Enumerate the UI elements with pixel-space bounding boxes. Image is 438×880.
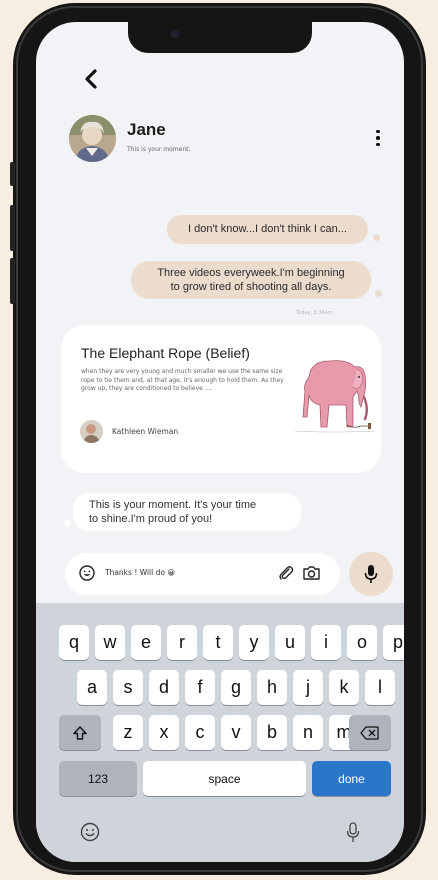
voice-record-button[interactable] [349, 552, 393, 596]
keyboard: qwertyuiopasdfghjklzxcvbnm 123 space don… [36, 603, 404, 862]
key-n[interactable]: n [293, 715, 323, 750]
delete-key[interactable] [349, 715, 391, 750]
key-t[interactable]: t [203, 625, 233, 660]
key-s[interactable]: s [113, 670, 143, 705]
message-text-line: to grow tired of shooting all days. [170, 280, 332, 293]
message-timestamp: Today, 8.34am [296, 310, 333, 316]
chevron-left-icon [85, 69, 97, 89]
notch [128, 22, 312, 53]
elephant-illustration [294, 360, 376, 433]
key-b[interactable]: b [257, 715, 287, 750]
shift-icon [73, 725, 87, 740]
key-j[interactable]: j [293, 670, 323, 705]
key-e[interactable]: e [131, 625, 161, 660]
key-p[interactable]: p [383, 625, 404, 660]
card-excerpt: when they are very young and much smalle… [81, 368, 284, 393]
numbers-key[interactable]: 123 [59, 761, 137, 796]
key-d[interactable]: d [149, 670, 179, 705]
key-i[interactable]: i [311, 625, 341, 660]
contact-status: This is your moment. [127, 146, 191, 153]
key-z[interactable]: z [113, 715, 143, 750]
paperclip-icon[interactable] [277, 564, 295, 582]
volume-down-button [10, 258, 15, 304]
avatar[interactable] [69, 115, 116, 162]
outgoing-message: Three videos everyweek.I'm beginning to … [131, 261, 371, 299]
camera-lens [171, 30, 179, 38]
key-r[interactable]: r [167, 625, 197, 660]
key-h[interactable]: h [257, 670, 287, 705]
contact-name: Jane [127, 120, 166, 139]
message-text-line: to shine.I'm proud of you! [89, 512, 213, 525]
dictation-mic-icon[interactable] [346, 822, 360, 843]
screen: Jane This is your moment. I don't know..… [36, 22, 404, 862]
smile-icon[interactable] [79, 565, 95, 581]
message-text: I don't know...I don't think I can... [188, 223, 347, 235]
key-g[interactable]: g [221, 670, 251, 705]
bubble-tail [373, 234, 380, 241]
avatar-photo [69, 115, 116, 162]
emoji-keyboard-icon[interactable] [80, 822, 100, 842]
message-text-line: Three videos everyweek.I'm beginning [157, 267, 345, 279]
shift-key[interactable] [59, 715, 101, 750]
key-l[interactable]: l [365, 670, 395, 705]
key-w[interactable]: w [95, 625, 125, 660]
camera-icon[interactable] [302, 564, 321, 582]
key-x[interactable]: x [149, 715, 179, 750]
shared-story-card[interactable]: The Elephant Rope (Belief) when they are… [61, 325, 381, 473]
microphone-icon [364, 565, 378, 583]
incoming-message: This is your moment. It's your time to s… [73, 493, 301, 531]
space-key[interactable]: space [143, 761, 306, 796]
card-title: The Elephant Rope (Belief) [81, 345, 250, 361]
bubble-tail [64, 520, 71, 527]
bubble-tail [375, 290, 382, 297]
backspace-icon [360, 725, 379, 740]
back-button[interactable] [74, 62, 108, 96]
key-o[interactable]: o [347, 625, 377, 660]
key-v[interactable]: v [221, 715, 251, 750]
key-c[interactable]: c [185, 715, 215, 750]
more-vertical-icon[interactable] [368, 126, 388, 150]
volume-up-button [10, 205, 15, 251]
side-button [10, 162, 15, 186]
key-f[interactable]: f [185, 670, 215, 705]
message-composer [65, 553, 340, 595]
message-text-line: This is your moment. It's your time [89, 499, 257, 511]
done-key[interactable]: done [312, 761, 391, 796]
author-avatar [80, 420, 103, 443]
key-k[interactable]: k [329, 670, 359, 705]
outgoing-message: I don't know...I don't think I can... [167, 215, 368, 244]
message-input[interactable] [105, 568, 255, 577]
author-name: Kathleen Wieman [112, 427, 179, 436]
key-y[interactable]: y [239, 625, 269, 660]
key-a[interactable]: a [77, 670, 107, 705]
key-q[interactable]: q [59, 625, 89, 660]
key-u[interactable]: u [275, 625, 305, 660]
